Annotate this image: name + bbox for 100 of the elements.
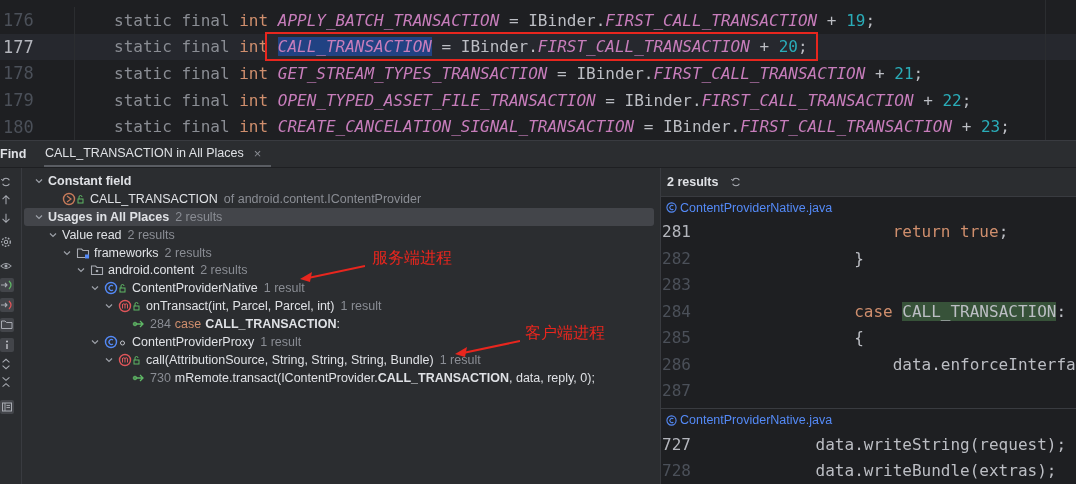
type-text: int [239, 117, 270, 137]
constant-name: FIRST_CALL_TRANSACTION [605, 10, 818, 30]
constant-name: OPEN_TYPED_ASSET_FILE_TRANSACTION [277, 90, 596, 110]
results-summary: 2 results [667, 174, 719, 189]
code-text: = IBinder. [507, 10, 606, 30]
arrow-icon [300, 262, 365, 283]
group-header[interactable]: Usages in All Places 2 results [24, 207, 654, 226]
code-text: = IBinder. [556, 64, 654, 83]
code-text: } [853, 248, 864, 268]
match-highlight: CALL_TRANSACTION [902, 301, 1057, 321]
collapse-icon[interactable] [0, 376, 12, 388]
selected-text: CALL_TRANSACTION [277, 37, 432, 57]
constant-name: FIRST_CALL_TRANSACTION [701, 90, 914, 110]
refresh-icon[interactable] [730, 175, 743, 188]
node-label: onTransact(int, Parcel, Parcel, int) [146, 299, 335, 314]
usage-code: CALL_TRANSACTION: [205, 317, 340, 332]
constant-name: GET_STREAM_TYPES_TRANSACTION [277, 64, 548, 83]
code-text: + [960, 117, 973, 137]
group-header[interactable]: Constant field [24, 172, 132, 190]
node-label: Value read [62, 227, 122, 242]
result-count: 2 results [164, 245, 212, 260]
tree-item[interactable]: CALL_TRANSACTION of android.content.IContentProvider [24, 189, 422, 208]
constant-name: FIRST_CALL_TRANSACTION [740, 117, 953, 137]
folder-icon[interactable] [0, 318, 14, 332]
code-text: + [825, 10, 838, 30]
result-count: 2 results [127, 227, 175, 242]
number-literal: 19 [846, 10, 866, 30]
node-label: ContentProviderNative [132, 281, 258, 296]
code-text: ; [998, 222, 1009, 242]
code-text: + [758, 37, 771, 57]
result-count: 2 results [200, 263, 248, 278]
tree-item[interactable]: frameworks 2 results [24, 243, 212, 262]
number-literal: 21 [894, 64, 914, 83]
node-label: Usages in All Places [48, 209, 170, 224]
line-number: 284 [150, 317, 171, 332]
tab[interactable]: CALL_TRANSACTION in All Places × [44, 141, 272, 167]
keyword-text: static final [114, 117, 231, 137]
eye-icon[interactable] [0, 260, 12, 272]
result-count: 2 results [175, 209, 223, 224]
node-label: CALL_TRANSACTION [90, 191, 218, 206]
keyword-text: static final [114, 90, 231, 110]
result-count: 1 result [340, 299, 382, 314]
code-text: : [1056, 301, 1067, 321]
tree-item[interactable]: ContentProviderNative 1 result [24, 279, 305, 298]
line-number: 177 [0, 33, 75, 61]
code-text: = IBinder. [642, 117, 741, 137]
number-literal: 20 [778, 37, 798, 57]
field-icon [62, 191, 86, 206]
file-name: ContentProviderNative.java [680, 413, 833, 427]
code-text: + [922, 90, 934, 110]
type-text: int [239, 10, 270, 30]
code-text: + [874, 64, 886, 83]
tree-item[interactable]: call(AttributionSource, String, String, String, Bundle) 1 result [24, 350, 481, 369]
panel-icon[interactable] [0, 400, 14, 414]
usage-row[interactable]: 284 case CALL_TRANSACTION: [24, 315, 340, 333]
keyword-text: case [853, 301, 894, 321]
code-text: ; [865, 10, 876, 30]
keyword-text: static final [114, 37, 231, 57]
code-text: data.writeBundle(extras); [814, 461, 1057, 481]
line-number: 281 [661, 222, 692, 242]
result-count: 1 result [260, 334, 302, 349]
code-text: { [853, 328, 864, 348]
arrow-down-icon[interactable] [0, 212, 12, 224]
refresh-icon[interactable] [0, 176, 12, 188]
node-label: ContentProviderProxy [132, 334, 255, 349]
tree-item[interactable]: onTransact(int, Parcel, Parcel, int) 1 result [24, 297, 382, 316]
code-text: ; [797, 37, 808, 57]
type-text: int [239, 64, 270, 83]
node-label: android.content [108, 263, 195, 278]
tree-item[interactable]: ContentProviderProxy 1 result [24, 333, 302, 351]
node-label: call(AttributionSource, String, String, String, Bundle) [146, 352, 434, 367]
info-icon[interactable] [0, 338, 14, 352]
panel-title: Find [0, 146, 28, 163]
code-text: ; [1000, 117, 1010, 137]
node-label: Constant field [48, 173, 132, 188]
code-text: data.writeString(request); [814, 434, 1067, 454]
code-text: data.enforceInterfa [891, 354, 1076, 374]
tree-item[interactable]: android.content 2 results [24, 261, 248, 280]
folder-icon [76, 245, 90, 260]
package-icon [90, 263, 104, 278]
code-text: ; [913, 64, 924, 83]
arrow-up-icon[interactable] [0, 194, 12, 206]
settings-icon[interactable] [0, 236, 12, 248]
code-text: = IBinder. [440, 37, 538, 57]
arrow-in-icon[interactable] [0, 278, 14, 292]
arrow-out-icon[interactable] [0, 298, 14, 312]
constant-name: APPLY_BATCH_TRANSACTION [277, 10, 500, 30]
constant-name: CREATE_CANCELATION_SIGNAL_TRANSACTION [277, 117, 635, 137]
class-icon [666, 414, 677, 426]
usage-row[interactable]: 730 mRemote.transact(IContentProvider.CALL_TRANSACTION, data, reply, 0); [24, 368, 595, 387]
code-text: ; [961, 90, 972, 110]
line-number: 730 [150, 370, 171, 385]
node-label: frameworks [94, 245, 159, 260]
usage-code: mRemote.transact(IContentProvider.CALL_TRANSACTION, data, reply, 0); [174, 370, 595, 385]
result-count: 1 result [439, 352, 481, 367]
close-button[interactable]: × [253, 145, 262, 161]
node-detail: of android.content.IContentProvider [223, 191, 422, 206]
expand-icon[interactable] [0, 358, 12, 370]
tree-item[interactable]: Value read 2 results [24, 225, 175, 244]
keyword-text: return true [891, 222, 999, 242]
